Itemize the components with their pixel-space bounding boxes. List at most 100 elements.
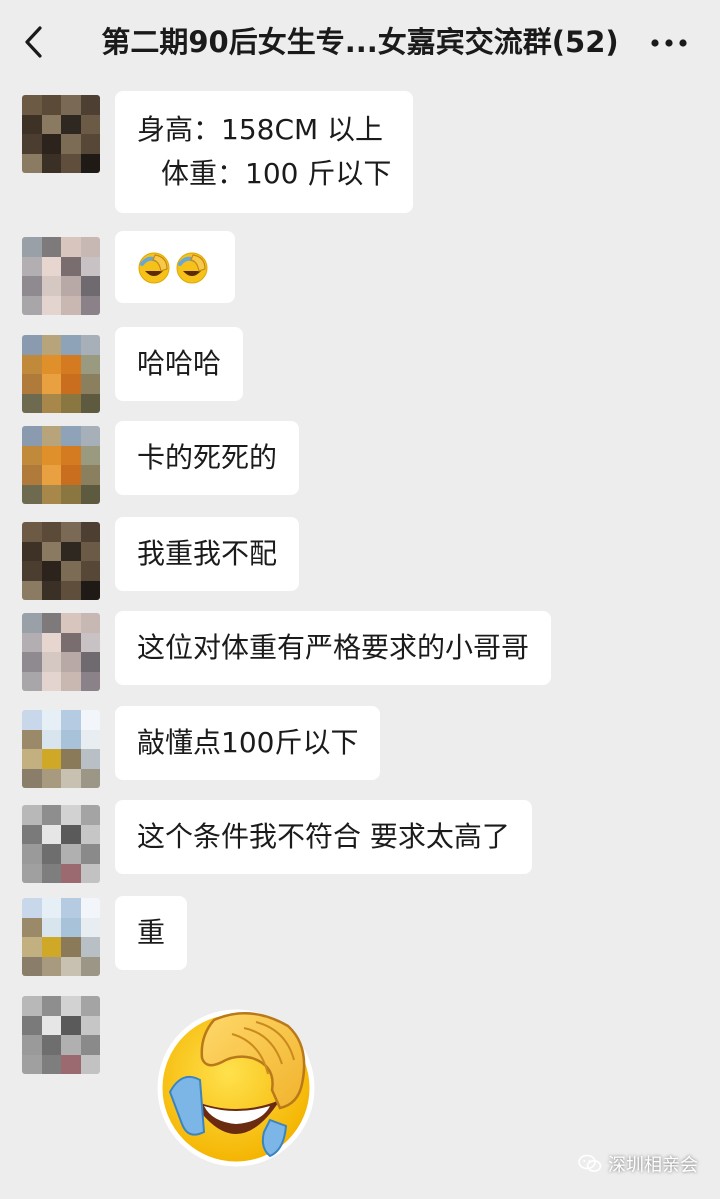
avatar-pixel bbox=[80, 354, 100, 374]
avatar-pixel bbox=[61, 937, 81, 957]
avatar-pixel bbox=[41, 295, 61, 315]
avatar-pixel bbox=[41, 710, 61, 730]
avatar-pixel bbox=[61, 729, 81, 749]
avatar-pixel bbox=[41, 671, 61, 691]
avatar-pixel bbox=[61, 426, 81, 446]
avatar-pixel bbox=[61, 335, 81, 355]
message-text: 这位对体重有严格要求的小哥哥 bbox=[137, 631, 530, 664]
message-bubble[interactable]: 这位对体重有严格要求的小哥哥 bbox=[115, 611, 552, 685]
avatar-pixel bbox=[41, 426, 61, 446]
message-text: 重 bbox=[137, 916, 166, 949]
avatar-pixel bbox=[61, 863, 81, 883]
avatar-pixel bbox=[41, 522, 61, 542]
avatar-pixel bbox=[22, 256, 42, 276]
avatar-pixel bbox=[41, 237, 61, 257]
avatar[interactable] bbox=[22, 522, 100, 600]
avatar-pixel bbox=[80, 561, 100, 581]
wechat-icon bbox=[578, 1154, 602, 1174]
avatar-pixel bbox=[41, 276, 61, 296]
avatar-pixel bbox=[61, 580, 81, 600]
message-bubble[interactable]: 身高：158CM 以上 体重：100 斤以下 bbox=[115, 91, 414, 213]
avatar-pixel bbox=[41, 445, 61, 465]
avatar-pixel bbox=[41, 95, 61, 115]
facepalm-laugh-emoji[interactable] bbox=[152, 1000, 320, 1168]
avatar-pixel bbox=[61, 522, 81, 542]
avatar-pixel bbox=[80, 749, 100, 769]
message-bubble[interactable]: 我重我不配 bbox=[115, 517, 300, 591]
avatar-pixel bbox=[80, 937, 100, 957]
message-text: 这个条件我不符合 要求太高了 bbox=[137, 820, 510, 853]
avatar-pixel bbox=[22, 729, 42, 749]
avatar-pixel bbox=[80, 863, 100, 883]
avatar[interactable] bbox=[22, 710, 100, 788]
avatar[interactable] bbox=[22, 237, 100, 315]
avatar-pixel bbox=[80, 295, 100, 315]
avatar-pixel bbox=[22, 374, 42, 394]
avatar-pixel bbox=[22, 671, 42, 691]
avatar-pixel bbox=[22, 1035, 42, 1055]
avatar-pixel bbox=[80, 237, 100, 257]
avatar-pixel bbox=[61, 1015, 81, 1035]
facepalm-laugh-emoji bbox=[175, 251, 209, 285]
avatar-pixel bbox=[61, 256, 81, 276]
avatar-pixel bbox=[22, 465, 42, 485]
avatar[interactable] bbox=[22, 613, 100, 691]
avatar-pixel bbox=[22, 153, 42, 173]
avatar-pixel bbox=[41, 917, 61, 937]
avatar-pixel bbox=[80, 541, 100, 561]
avatar-pixel bbox=[22, 561, 42, 581]
avatar-pixel bbox=[41, 374, 61, 394]
message-text: 卡的死死的 bbox=[137, 441, 278, 474]
avatar-pixel bbox=[80, 898, 100, 918]
avatar[interactable] bbox=[22, 335, 100, 413]
avatar-pixel bbox=[22, 276, 42, 296]
avatar-pixel bbox=[61, 749, 81, 769]
avatar[interactable] bbox=[22, 805, 100, 883]
avatar[interactable] bbox=[22, 996, 100, 1074]
watermark: 深圳相亲会 bbox=[578, 1151, 698, 1177]
avatar[interactable] bbox=[22, 95, 100, 173]
avatar-pixel bbox=[41, 541, 61, 561]
avatar-pixel bbox=[22, 1015, 42, 1035]
avatar-pixel bbox=[22, 844, 42, 864]
avatar-pixel bbox=[22, 95, 42, 115]
avatar-pixel bbox=[22, 632, 42, 652]
message-text: 哈哈哈 bbox=[137, 347, 222, 380]
avatar-pixel bbox=[80, 1054, 100, 1074]
avatar-pixel bbox=[41, 484, 61, 504]
avatar-pixel bbox=[22, 354, 42, 374]
message-text: 我重我不配 bbox=[137, 537, 278, 570]
avatar-pixel bbox=[41, 749, 61, 769]
avatar-pixel bbox=[41, 393, 61, 413]
avatar-pixel bbox=[41, 114, 61, 134]
avatar-pixel bbox=[80, 426, 100, 446]
avatar-pixel bbox=[41, 256, 61, 276]
avatar-pixel bbox=[80, 710, 100, 730]
message-bubble[interactable] bbox=[115, 231, 235, 303]
avatar-pixel bbox=[80, 580, 100, 600]
avatar-pixel bbox=[61, 768, 81, 788]
avatar-pixel bbox=[61, 671, 81, 691]
avatar-pixel bbox=[80, 465, 100, 485]
message-bubble[interactable]: 重 bbox=[115, 896, 188, 970]
more-dots-icon[interactable] bbox=[644, 26, 694, 60]
avatar-pixel bbox=[80, 393, 100, 413]
avatar-pixel bbox=[80, 768, 100, 788]
avatar[interactable] bbox=[22, 426, 100, 504]
avatar-pixel bbox=[41, 1015, 61, 1035]
message-bubble[interactable]: 哈哈哈 bbox=[115, 327, 244, 401]
avatar-pixel bbox=[61, 1054, 81, 1074]
facepalm-laugh-emoji bbox=[137, 251, 171, 285]
avatar-pixel bbox=[41, 632, 61, 652]
message-bubble[interactable]: 敲懂点100斤以下 bbox=[115, 706, 381, 780]
avatar-pixel bbox=[22, 768, 42, 788]
chat-title: 第二期90后女生专...女嘉宾交流群(52) bbox=[101, 25, 619, 59]
avatar-pixel bbox=[41, 153, 61, 173]
watermark-text: 深圳相亲会 bbox=[608, 1155, 698, 1176]
avatar-pixel bbox=[22, 580, 42, 600]
message-bubble[interactable]: 这个条件我不符合 要求太高了 bbox=[115, 800, 532, 874]
chevron-left-icon[interactable] bbox=[20, 22, 50, 62]
avatar[interactable] bbox=[22, 898, 100, 976]
message-bubble[interactable]: 卡的死死的 bbox=[115, 421, 300, 495]
avatar-pixel bbox=[41, 561, 61, 581]
